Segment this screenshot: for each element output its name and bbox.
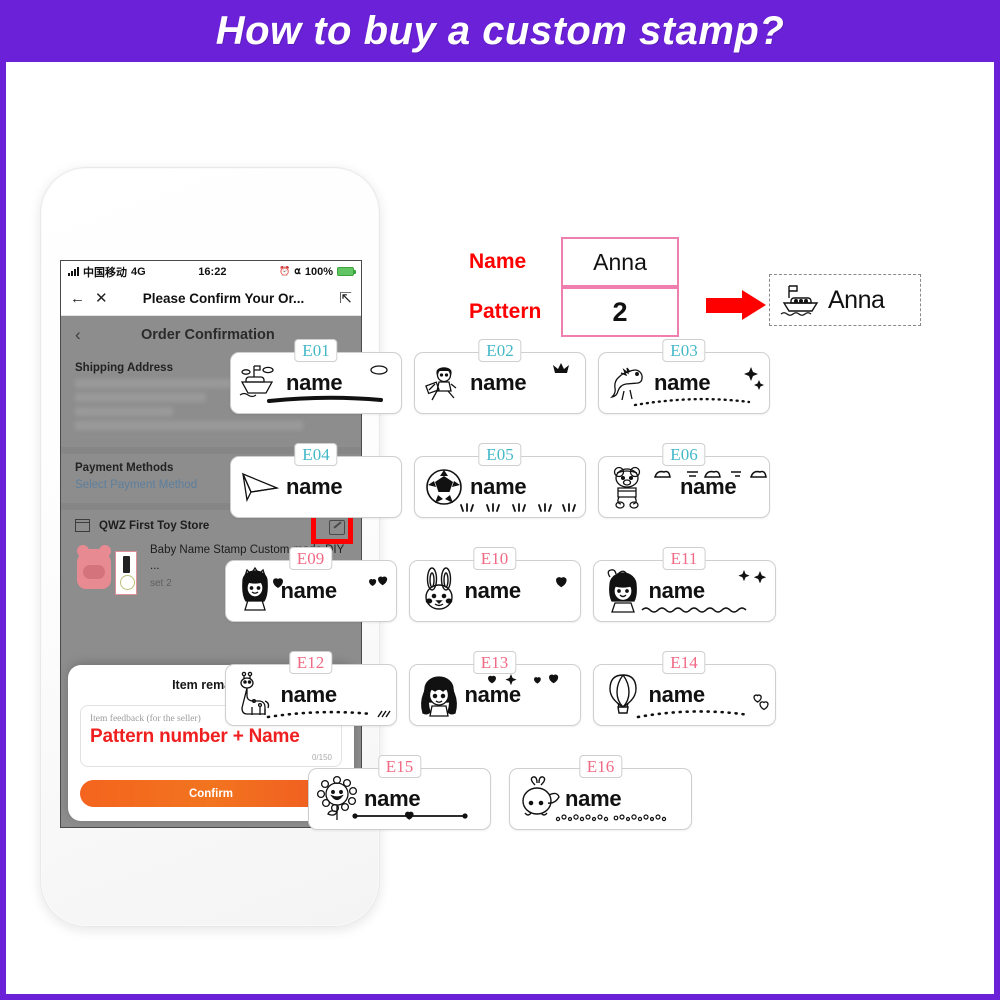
name-field[interactable]: Anna (561, 237, 679, 287)
content-canvas: 中国移动 4G 16:22 ⏰ ⍺ 100% ← ✕ Please Confir… (6, 62, 994, 994)
close-icon[interactable]: ✕ (95, 291, 108, 306)
pattern-card-E14[interactable]: E14 name (592, 651, 776, 726)
dinosaur-icon (602, 357, 654, 409)
paper-plane-icon (234, 461, 286, 513)
pattern-name-placeholder: name (286, 474, 343, 499)
pattern-card-E10[interactable]: E10 name (408, 547, 581, 622)
pattern-code: E02 (478, 339, 522, 363)
pattern-code: E01 (294, 339, 338, 363)
girl-bow-icon (597, 565, 649, 617)
pattern-field[interactable]: 2 (561, 287, 679, 337)
pattern-value: 2 (612, 296, 628, 327)
name-label: Name (469, 250, 527, 273)
boy-running-icon (418, 357, 470, 409)
pattern-code: E06 (662, 443, 706, 467)
pattern-code: E16 (578, 755, 623, 779)
hot-air-balloon-icon (597, 669, 649, 721)
name-pattern-form: Name Anna Pattern 2 (469, 237, 679, 337)
pattern-name-placeholder: name (565, 786, 622, 811)
back-arrow-icon[interactable]: ← (70, 291, 85, 306)
pattern-label: Pattern (469, 300, 542, 323)
pattern-catalog: E01 name E02 name E03 name E04 name E05 … (6, 339, 994, 872)
pattern-code: E14 (662, 651, 706, 675)
share-icon[interactable]: ⇱ (339, 291, 352, 306)
pattern-card-E12[interactable]: E12 name (224, 651, 397, 726)
pattern-code: E10 (472, 547, 517, 571)
girl-pigtails-icon (413, 669, 465, 721)
status-bar: 中国移动 4G 16:22 ⏰ ⍺ 100% (61, 261, 361, 282)
result-stamp-preview: Anna (769, 274, 921, 326)
chevron-left-icon[interactable]: ‹ (75, 325, 81, 345)
pattern-card-E09[interactable]: E09 name (224, 547, 397, 622)
nav-title: Please Confirm Your Or... (142, 291, 305, 306)
pattern-row-4: E12 name E13 name E14 name (6, 651, 994, 726)
alarm-icon: ⏰ (279, 266, 291, 276)
bear-icon (602, 461, 654, 513)
pattern-row-5: E15 name E16 name (6, 755, 994, 830)
pattern-code: E05 (478, 443, 522, 467)
pattern-code: E09 (288, 547, 333, 571)
carrier-label: 中国移动 (83, 266, 127, 279)
headphone-icon: ⍺ (294, 266, 301, 277)
princess-icon (229, 565, 281, 617)
page-title: How to buy a custom stamp? (215, 8, 785, 53)
pattern-name-placeholder: name (280, 578, 338, 603)
whale-icon (513, 773, 565, 825)
pattern-card-E03[interactable]: E03 name (598, 339, 770, 414)
signal-bars-icon (68, 267, 79, 276)
pattern-row-1: E01 name E02 name E03 name (6, 339, 994, 414)
name-value: Anna (593, 248, 647, 275)
status-bar-left: 中国移动 4G (68, 264, 146, 280)
pattern-card-E02[interactable]: E02 name (414, 339, 586, 414)
battery-percent: 100% (304, 265, 333, 278)
pattern-name-placeholder: name (654, 370, 711, 395)
pattern-card-E11[interactable]: E11 name (592, 547, 776, 622)
pattern-row: Pattern 2 (469, 287, 679, 337)
pattern-code: E04 (294, 443, 338, 467)
pattern-card-E06[interactable]: E06 name (598, 443, 770, 518)
pattern-name-placeholder: name (464, 578, 522, 603)
pattern-name-placeholder: name (648, 578, 706, 603)
app-nav-bar: ← ✕ Please Confirm Your Or... ⇱ (61, 282, 361, 316)
pattern-name-placeholder: name (470, 370, 527, 395)
pattern-code: E03 (662, 339, 706, 363)
pattern-name-placeholder: name (364, 786, 421, 811)
banner: How to buy a custom stamp? (6, 0, 994, 62)
name-row: Name Anna (469, 237, 679, 287)
sunflower-icon (312, 773, 364, 825)
pattern-card-E13[interactable]: E13 name (408, 651, 581, 726)
boat-icon (234, 357, 286, 409)
bunny-icon (413, 565, 465, 617)
pattern-name-placeholder: name (470, 474, 527, 499)
pattern-name-placeholder: name (280, 682, 338, 707)
pattern-name-placeholder: name (648, 682, 706, 707)
pattern-card-E16[interactable]: E16 name (509, 755, 692, 830)
pattern-card-E15[interactable]: E15 name (308, 755, 491, 830)
result-name: Anna (828, 285, 885, 314)
pattern-code: E13 (472, 651, 517, 675)
pattern-code: E11 (662, 547, 706, 571)
pattern-code: E15 (377, 755, 422, 779)
battery-charging-icon (337, 267, 356, 276)
pattern-card-E01[interactable]: E01 name (230, 339, 402, 414)
order-page-title: Order Confirmation (140, 327, 275, 343)
giraffe-icon (229, 669, 281, 721)
boat-icon (780, 285, 819, 316)
pattern-code: E12 (288, 651, 333, 675)
right-arrow-icon (706, 290, 766, 320)
pattern-card-E05[interactable]: E05 name (414, 443, 586, 518)
pattern-name-placeholder: name (464, 682, 522, 707)
pattern-row-2: E04 name E05 name E06 name (6, 443, 994, 518)
pattern-card-E04[interactable]: E04 name (230, 443, 402, 518)
soccer-ball-icon (418, 461, 470, 513)
page-root: How to buy a custom stamp? 中国移动 4G 16:22… (0, 0, 1000, 1000)
pattern-name-placeholder: name (286, 370, 343, 395)
pattern-row-3: E09 name E10 name E11 name (6, 547, 994, 622)
network-label: 4G (131, 265, 146, 278)
status-time: 16:22 (198, 265, 227, 278)
pattern-name-placeholder: name (680, 474, 737, 499)
status-bar-right: ⏰ ⍺ 100% (279, 265, 356, 278)
